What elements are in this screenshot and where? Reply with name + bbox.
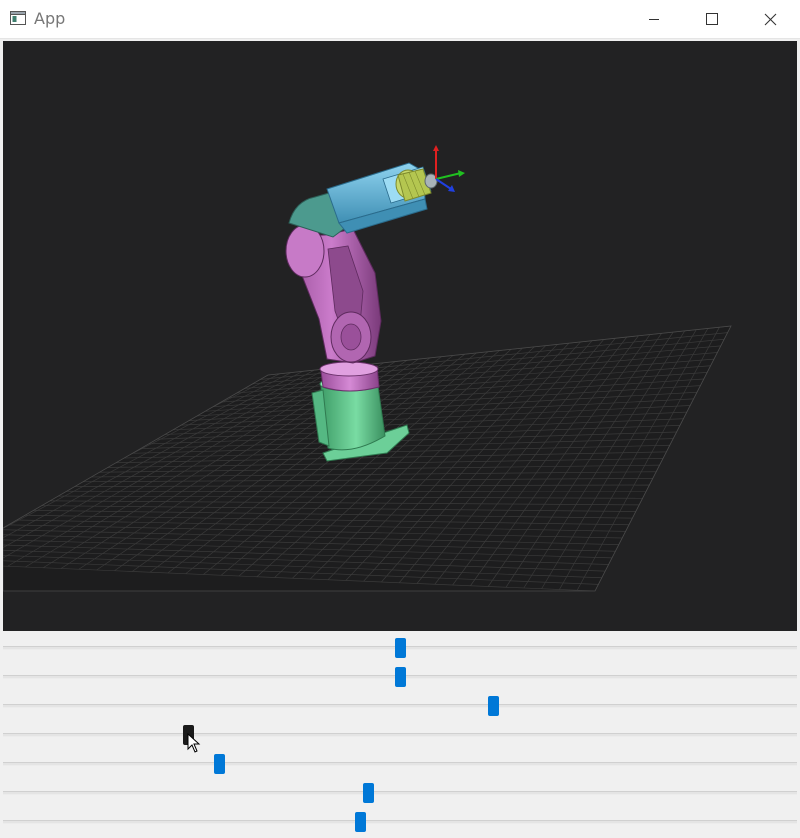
slider-joint-3[interactable] <box>3 690 797 719</box>
robot-shoulder <box>319 361 380 392</box>
close-button[interactable] <box>741 0 799 38</box>
slider-joint-1[interactable] <box>3 632 797 661</box>
slider-track[interactable] <box>3 820 797 824</box>
slider-track[interactable] <box>3 733 797 737</box>
slider-handle[interactable] <box>355 812 366 832</box>
robot-wrist <box>395 168 438 202</box>
slider-joint-7[interactable] <box>3 806 797 835</box>
joint-sliders-panel <box>0 632 800 838</box>
slider-joint-4[interactable] <box>3 719 797 748</box>
slider-joint-5[interactable] <box>3 748 797 777</box>
app-window-icon <box>10 11 26 25</box>
slider-track[interactable] <box>3 762 797 766</box>
maximize-button[interactable] <box>683 0 741 38</box>
title-bar: App <box>0 0 800 39</box>
window-title: App <box>34 9 66 28</box>
slider-handle[interactable] <box>395 638 406 658</box>
slider-track[interactable] <box>3 791 797 795</box>
slider-handle[interactable] <box>214 754 225 774</box>
minimize-button[interactable] <box>625 0 683 38</box>
close-icon <box>764 13 776 25</box>
slider-joint-6[interactable] <box>3 777 797 806</box>
maximize-icon <box>706 13 718 25</box>
slider-handle[interactable] <box>363 783 374 803</box>
mouse-cursor-icon <box>187 733 201 753</box>
slider-handle[interactable] <box>395 667 406 687</box>
robot-scene <box>3 145 732 592</box>
3d-viewport[interactable] <box>3 41 797 631</box>
axis-gizmo <box>433 145 465 192</box>
robot-upper-arm <box>285 224 382 364</box>
slider-handle[interactable] <box>488 696 499 716</box>
slider-joint-2[interactable] <box>3 661 797 690</box>
minimize-icon <box>649 19 659 20</box>
slider-track[interactable] <box>3 704 797 708</box>
